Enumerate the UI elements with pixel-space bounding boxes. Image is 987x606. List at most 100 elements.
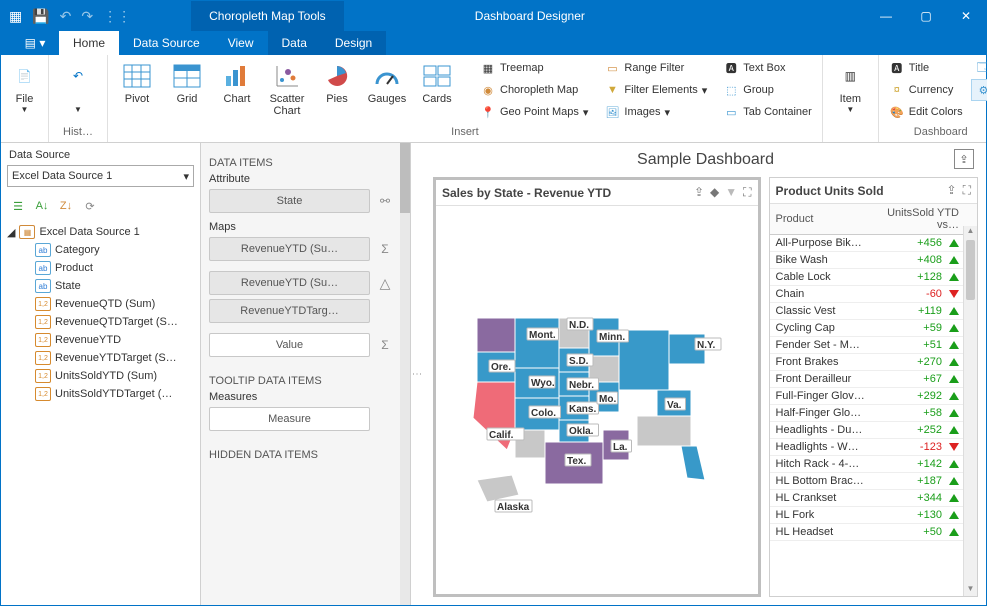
tree-field[interactable]: 1,2 UnitsSoldYTD (Sum) (7, 367, 194, 385)
tab-design[interactable]: Design (321, 31, 386, 55)
filter-elements-button[interactable]: ▼Filter Elements ▾ (600, 79, 711, 101)
value-placeholder[interactable]: Value (209, 333, 370, 357)
table-row[interactable]: Bike Wash+408 (770, 252, 977, 269)
table-row[interactable]: Fender Set - M…+51 (770, 337, 977, 354)
tab-data[interactable]: Data (268, 31, 321, 55)
table-row[interactable]: Front Brakes+270 (770, 354, 977, 371)
sigma-icon[interactable]: Σ (374, 237, 396, 261)
title-button[interactable]: 🅰Title (885, 57, 967, 79)
parameters-button[interactable]: 🗔 (971, 57, 987, 79)
chart-button[interactable]: Chart (214, 57, 260, 105)
map-target[interactable]: RevenueYTDTarg… (209, 299, 370, 323)
scrollbar[interactable] (400, 143, 410, 605)
pies-button[interactable]: Pies (314, 57, 360, 105)
table-row[interactable]: Half-Finger Glo…+58 (770, 405, 977, 422)
col-product[interactable]: Product (770, 204, 871, 235)
treemap-button[interactable]: ▦Treemap (476, 57, 592, 79)
edit-colors-button[interactable]: 🎨Edit Colors (885, 101, 967, 123)
grid-button[interactable]: Grid (164, 57, 210, 105)
export-icon[interactable]: ⇪ (694, 185, 704, 200)
cards-button[interactable]: Cards (414, 57, 460, 105)
table-row[interactable]: Classic Vest+119 (770, 303, 977, 320)
table-row[interactable]: Full-Finger Glov…+292 (770, 388, 977, 405)
grid-scrollbar[interactable]: ▲ ▼ (963, 226, 977, 596)
maps-label: Maps (209, 221, 396, 233)
table-row[interactable]: HL Fork+130 (770, 507, 977, 524)
minimize-button[interactable]: — (866, 1, 906, 31)
choropleth-button[interactable]: ◉Choropleth Map (476, 79, 592, 101)
scatter-chart-button[interactable]: Scatter Chart (264, 57, 310, 117)
tab-view[interactable]: View (214, 31, 268, 55)
data-source-combo[interactable]: Excel Data Source 1▾ (7, 165, 194, 187)
table-row[interactable]: HL Bottom Brac…+187 (770, 473, 977, 490)
options-icon[interactable]: ⚯ (374, 189, 396, 213)
delta-icon[interactable]: △ (374, 271, 396, 295)
maximize-icon[interactable]: ⛶ (963, 183, 971, 198)
qat-more-icon[interactable]: ⋮⋮ (103, 8, 131, 25)
item-button[interactable]: ▥Item▼ (829, 57, 872, 114)
funnel-icon: ▼ (604, 82, 620, 98)
tab-home[interactable]: Home (59, 31, 119, 55)
maximize-icon[interactable]: ⛶ (743, 185, 751, 200)
table-row[interactable]: All-Purpose Bik…+456 (770, 235, 977, 252)
layers-icon[interactable]: ◆ (710, 185, 719, 200)
group-button[interactable]: ⬚Group (719, 79, 816, 101)
tree-root[interactable]: ◢ ▦ Excel Data Source 1 (7, 223, 194, 241)
file-button[interactable]: 📄File▼ (7, 57, 42, 114)
svg-text:Nebr.: Nebr. (569, 380, 594, 391)
refresh-icon[interactable]: ⟳ (81, 197, 99, 215)
export-button[interactable]: ⇪ (954, 149, 974, 169)
table-row[interactable]: Cycling Cap+59 (770, 320, 977, 337)
tree-field[interactable]: 1,2 RevenueQTD (Sum) (7, 295, 194, 313)
range-filter-button[interactable]: ▭Range Filter (600, 57, 711, 79)
attribute-field[interactable]: State (209, 189, 370, 213)
tree-field[interactable]: ab Category (7, 241, 194, 259)
app-menu-button[interactable]: ▤ ▾ (11, 31, 59, 55)
tree-field[interactable]: 1,2 RevenueYTD (7, 331, 194, 349)
map-value-1[interactable]: RevenueYTD (Su… (209, 237, 370, 261)
geo-point-button[interactable]: 📍Geo Point Maps ▾ (476, 101, 592, 123)
table-row[interactable]: Hitch Rack - 4-…+142 (770, 456, 977, 473)
table-row[interactable]: Chain-60 (770, 286, 977, 303)
gauges-button[interactable]: Gauges (364, 57, 410, 105)
grid-item[interactable]: Product Units Sold ⇪ ⛶ Product UnitsSold… (769, 177, 978, 597)
table-row[interactable]: Cable Lock+128 (770, 269, 977, 286)
filter-icon[interactable]: ▼ (725, 185, 737, 200)
images-button[interactable]: 🖼Images ▾ (600, 101, 711, 123)
sort-desc-icon[interactable]: Z↓ (57, 197, 75, 215)
tree-field[interactable]: 1,2 RevenueYTDTarget (S… (7, 349, 194, 367)
sort-asc-icon[interactable]: A↓ (33, 197, 51, 215)
map-viewport[interactable]: Mont.N.D.Minn.Ore.Wyo.S.D.Nebr.Colo.Kans… (436, 206, 758, 594)
ribbon-tabstrip: ▤ ▾ Home Data Source View Data Design (1, 31, 986, 55)
tree-field[interactable]: ab State (7, 277, 194, 295)
table-row[interactable]: Headlights - W…-123 (770, 439, 977, 456)
table-row[interactable]: HL Crankset+344 (770, 490, 977, 507)
sigma-icon[interactable]: Σ (374, 333, 396, 357)
tree-field[interactable]: ab Product (7, 259, 194, 277)
close-button[interactable]: ✕ (946, 1, 986, 31)
currency-button[interactable]: ¤Currency (885, 79, 967, 101)
col-units[interactable]: UnitsSold YTD vs… (871, 204, 977, 235)
map-item[interactable]: Sales by State - Revenue YTD ⇪ ◆ ▼ ⛶ (433, 177, 761, 597)
save-icon[interactable]: 💾 (32, 8, 49, 25)
table-row[interactable]: HL Headset+50 (770, 524, 977, 541)
auto-colors-button[interactable]: ⚙ (971, 79, 987, 101)
panel-grip[interactable]: ⋮ (411, 369, 422, 379)
measure-placeholder[interactable]: Measure (209, 407, 370, 431)
tree-field[interactable]: 1,2 UnitsSoldYTDTarget (… (7, 385, 194, 403)
table-row[interactable]: Headlights - Du…+252 (770, 422, 977, 439)
export-icon[interactable]: ⇪ (947, 183, 957, 198)
tab-container-button[interactable]: ▭Tab Container (719, 101, 816, 123)
maximize-button[interactable]: ▢ (906, 1, 946, 31)
undo-icon[interactable]: ↶ (60, 8, 72, 25)
tab-data-source[interactable]: Data Source (119, 31, 214, 55)
undo-split-button[interactable]: ↶ ▼ (55, 57, 101, 114)
map-value-2[interactable]: RevenueYTD (Su… (209, 271, 370, 295)
redo-icon[interactable]: ↷ (81, 8, 93, 25)
text-box-button[interactable]: 🅰Text Box (719, 57, 816, 79)
pivot-button[interactable]: Pivot (114, 57, 160, 105)
palette-icon: 🎨 (889, 104, 905, 120)
tree-field[interactable]: 1,2 RevenueQTDTarget (S… (7, 313, 194, 331)
group-fields-icon[interactable]: ☰ (9, 197, 27, 215)
table-row[interactable]: Front Derailleur+67 (770, 371, 977, 388)
